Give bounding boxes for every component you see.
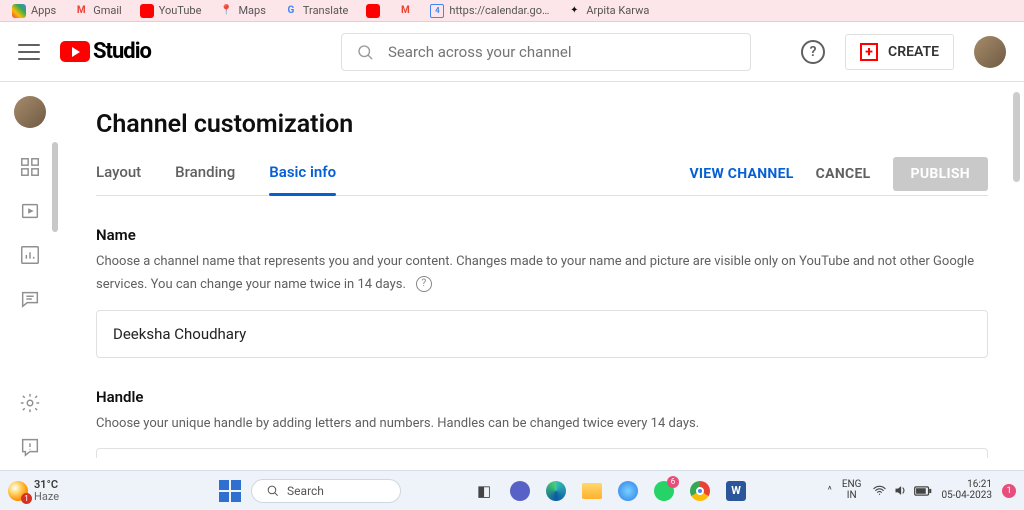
left-sidebar: [0, 82, 60, 470]
bookmark-maps[interactable]: 📍Maps: [219, 4, 265, 18]
page-actions: VIEW CHANNEL CANCEL PUBLISH: [689, 157, 988, 191]
system-tray[interactable]: [872, 483, 932, 498]
taskbar-tray: ^ ENGIN 16:2105-04-2023 1: [828, 480, 1016, 501]
browser-bookmarks-bar: Apps MGmail YouTube 📍Maps GTranslate M 4…: [0, 0, 1024, 22]
channel-name-input[interactable]: Deeksha Choudhary: [96, 310, 988, 358]
channel-avatar[interactable]: [14, 96, 46, 128]
channel-search[interactable]: [341, 33, 751, 71]
bookmark-gmail-2[interactable]: M: [398, 4, 412, 18]
start-button[interactable]: [219, 480, 241, 502]
name-help-icon[interactable]: ?: [416, 276, 432, 292]
wifi-icon: [872, 483, 887, 498]
studio-wordmark: Studio: [93, 39, 151, 64]
create-plus-icon: +: [860, 43, 878, 61]
youtube-studio-logo[interactable]: Studio: [60, 39, 151, 64]
page-title: Channel customization: [96, 110, 988, 139]
comments-icon[interactable]: [19, 288, 41, 310]
taskbar-weather[interactable]: 31°C Haze: [8, 479, 59, 502]
name-description: Choose a channel name that represents yo…: [96, 254, 974, 292]
tab-basic-info[interactable]: Basic info: [269, 163, 336, 195]
task-view-icon[interactable]: ◧: [471, 478, 497, 504]
studio-appbar: Studio ? + CREATE: [0, 22, 1024, 82]
whatsapp-icon[interactable]: 6: [651, 478, 677, 504]
teams-icon[interactable]: [507, 478, 533, 504]
publish-button: PUBLISH: [893, 157, 988, 191]
bookmark-apps[interactable]: Apps: [12, 4, 56, 18]
feedback-icon[interactable]: [19, 436, 41, 458]
bookmark-arpita[interactable]: ✦Arpita Karwa: [567, 4, 649, 18]
weather-temp: 31°C: [34, 479, 59, 491]
taskbar-search-placeholder: Search: [287, 484, 324, 498]
create-button[interactable]: + CREATE: [845, 34, 954, 70]
word-icon[interactable]: W: [723, 478, 749, 504]
name-label: Name: [96, 226, 988, 244]
bookmark-translate[interactable]: GTranslate: [284, 4, 349, 18]
customization-tabs: Layout Branding Basic info VIEW CHANNEL …: [96, 163, 988, 196]
edge-icon[interactable]: [543, 478, 569, 504]
chrome-icon[interactable]: [687, 478, 713, 504]
content-icon[interactable]: [19, 200, 41, 222]
view-channel-button[interactable]: VIEW CHANNEL: [689, 166, 793, 182]
cancel-button[interactable]: CANCEL: [816, 166, 871, 182]
page-body: Channel customization Layout Branding Ba…: [0, 82, 1024, 470]
taskbar-center: Search ◧ 6 W: [219, 478, 818, 504]
name-section: Name Choose a channel name that represen…: [96, 226, 988, 358]
main-content: Channel customization Layout Branding Ba…: [60, 82, 1024, 470]
bookmark-youtube-2[interactable]: [366, 4, 380, 18]
weather-icon: [8, 481, 28, 501]
notifications-icon[interactable]: 1: [1002, 484, 1016, 498]
main-scrollbar[interactable]: [1013, 92, 1020, 182]
sidebar-scrollbar[interactable]: [52, 142, 58, 232]
analytics-icon[interactable]: [19, 244, 41, 266]
dashboard-icon[interactable]: [19, 156, 41, 178]
search-input[interactable]: [386, 42, 736, 62]
tray-chevron-icon[interactable]: ^: [828, 485, 832, 496]
handle-label: Handle: [96, 388, 988, 406]
handle-description: Choose your unique handle by adding lett…: [96, 416, 699, 431]
tab-branding[interactable]: Branding: [175, 163, 235, 195]
handle-input-partial[interactable]: [96, 448, 988, 458]
battery-icon: [914, 485, 932, 497]
help-icon[interactable]: ?: [801, 40, 825, 64]
youtube-play-icon: [60, 41, 90, 62]
tab-layout[interactable]: Layout: [96, 163, 141, 195]
file-explorer-icon[interactable]: [579, 478, 605, 504]
taskbar-search[interactable]: Search: [251, 479, 401, 503]
search-icon: [356, 43, 374, 61]
handle-section: Handle Choose your unique handle by addi…: [96, 388, 988, 459]
settings-icon[interactable]: [19, 392, 41, 414]
menu-icon[interactable]: [18, 44, 40, 60]
taskbar-search-icon: [266, 484, 279, 497]
language-indicator[interactable]: ENGIN: [842, 480, 862, 501]
app-icon-1[interactable]: [615, 478, 641, 504]
windows-taskbar: 31°C Haze Search ◧ 6 W ^ ENGIN 16:2105-0…: [0, 470, 1024, 510]
account-avatar[interactable]: [974, 36, 1006, 68]
create-label: CREATE: [888, 44, 939, 60]
volume-icon: [893, 483, 908, 498]
clock[interactable]: 16:2105-04-2023: [942, 480, 993, 501]
bookmark-calendar[interactable]: 4https://calendar.go…: [430, 4, 549, 18]
bookmark-youtube[interactable]: YouTube: [140, 4, 202, 18]
weather-cond: Haze: [34, 491, 59, 503]
bookmark-gmail[interactable]: MGmail: [74, 4, 121, 18]
